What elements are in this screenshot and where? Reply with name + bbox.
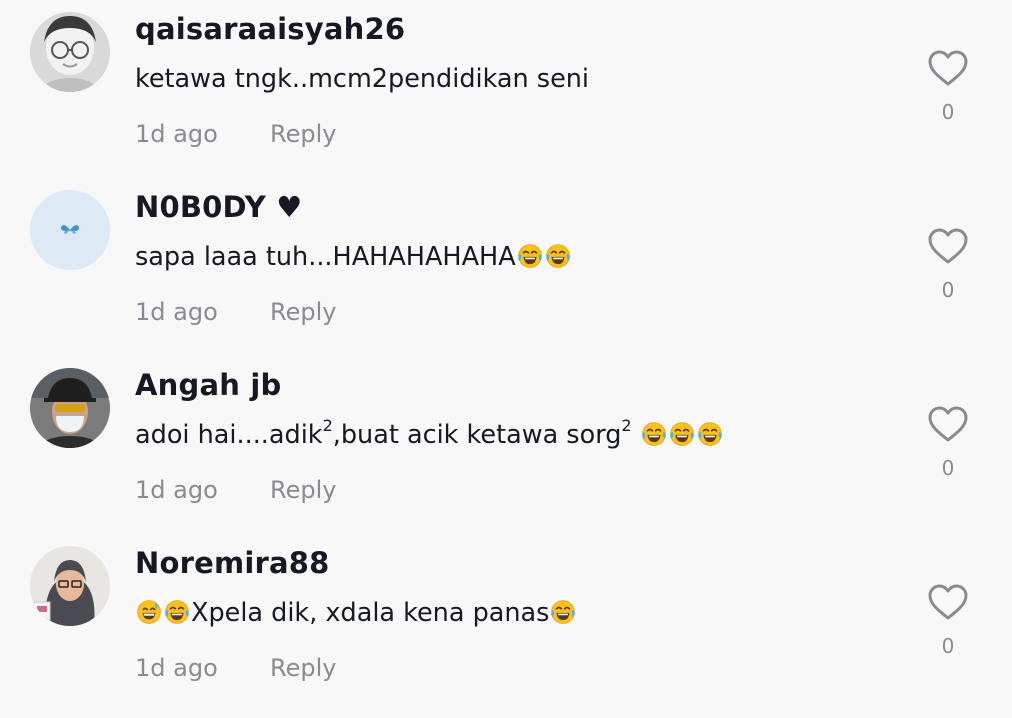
face-with-tears-of-joy-icon — [545, 243, 571, 269]
username[interactable]: Angah jb — [135, 368, 281, 402]
like-count: 0 — [941, 634, 955, 658]
grinning-sweat-icon — [136, 599, 162, 625]
heart-icon[interactable] — [926, 226, 970, 266]
user-avatar[interactable] — [30, 12, 110, 92]
comment-meta: 1d ago Reply — [135, 476, 336, 504]
heart-icon[interactable] — [926, 48, 970, 88]
comment-time: 1d ago — [135, 120, 218, 148]
like-count: 0 — [941, 456, 955, 480]
comment-text: adoi hai....adik2,buat acik ketawa sorg2 — [135, 418, 724, 450]
comment-time: 1d ago — [135, 298, 218, 326]
reply-button[interactable]: Reply — [270, 476, 336, 504]
like-control: 0 — [926, 404, 970, 480]
face-with-tears-of-joy-icon — [669, 421, 695, 447]
username[interactable]: N0B0DY ♥ — [135, 190, 302, 224]
comment-item: N0B0DY ♥ sapa laaa tuh...HAHAHAHAHA 1d a… — [0, 178, 1012, 356]
heart-icon[interactable] — [926, 582, 970, 622]
user-avatar[interactable] — [30, 368, 110, 448]
comment-time: 1d ago — [135, 654, 218, 682]
comment-time: 1d ago — [135, 476, 218, 504]
comment-item: Angah jb adoi hai....adik2,buat acik ket… — [0, 356, 1012, 534]
face-with-tears-of-joy-icon — [164, 599, 190, 625]
user-avatar[interactable] — [30, 190, 110, 270]
face-with-tears-of-joy-icon — [550, 599, 576, 625]
like-count: 0 — [941, 278, 955, 302]
reply-button[interactable]: Reply — [270, 120, 336, 148]
reply-button[interactable]: Reply — [270, 654, 336, 682]
face-with-tears-of-joy-icon — [641, 421, 667, 447]
comment-item: qaisaraaisyah26 ketawa tngk..mcm2pendidi… — [0, 0, 1012, 178]
user-avatar[interactable] — [30, 546, 110, 626]
comment-meta: 1d ago Reply — [135, 298, 336, 326]
face-with-tears-of-joy-icon — [517, 243, 543, 269]
comment-text: Xpela dik, xdala kena panas — [135, 598, 577, 628]
username[interactable]: qaisaraaisyah26 — [135, 12, 405, 46]
comment-text: ketawa tngk..mcm2pendidikan seni — [135, 64, 590, 94]
like-control: 0 — [926, 226, 970, 302]
comment-meta: 1d ago Reply — [135, 120, 336, 148]
comment-meta: 1d ago Reply — [135, 654, 336, 682]
username[interactable]: Noremira88 — [135, 546, 330, 580]
like-control: 0 — [926, 582, 970, 658]
like-control: 0 — [926, 48, 970, 124]
comment-text: sapa laaa tuh...HAHAHAHAHA — [135, 242, 572, 272]
like-count: 0 — [941, 100, 955, 124]
comment-item: Noremira88 Xpela dik, xdala kena panas 1… — [0, 534, 1012, 712]
face-with-tears-of-joy-icon — [697, 421, 723, 447]
reply-button[interactable]: Reply — [270, 298, 336, 326]
comment-list: qaisaraaisyah26 ketawa tngk..mcm2pendidi… — [0, 0, 1012, 718]
heart-icon[interactable] — [926, 404, 970, 444]
